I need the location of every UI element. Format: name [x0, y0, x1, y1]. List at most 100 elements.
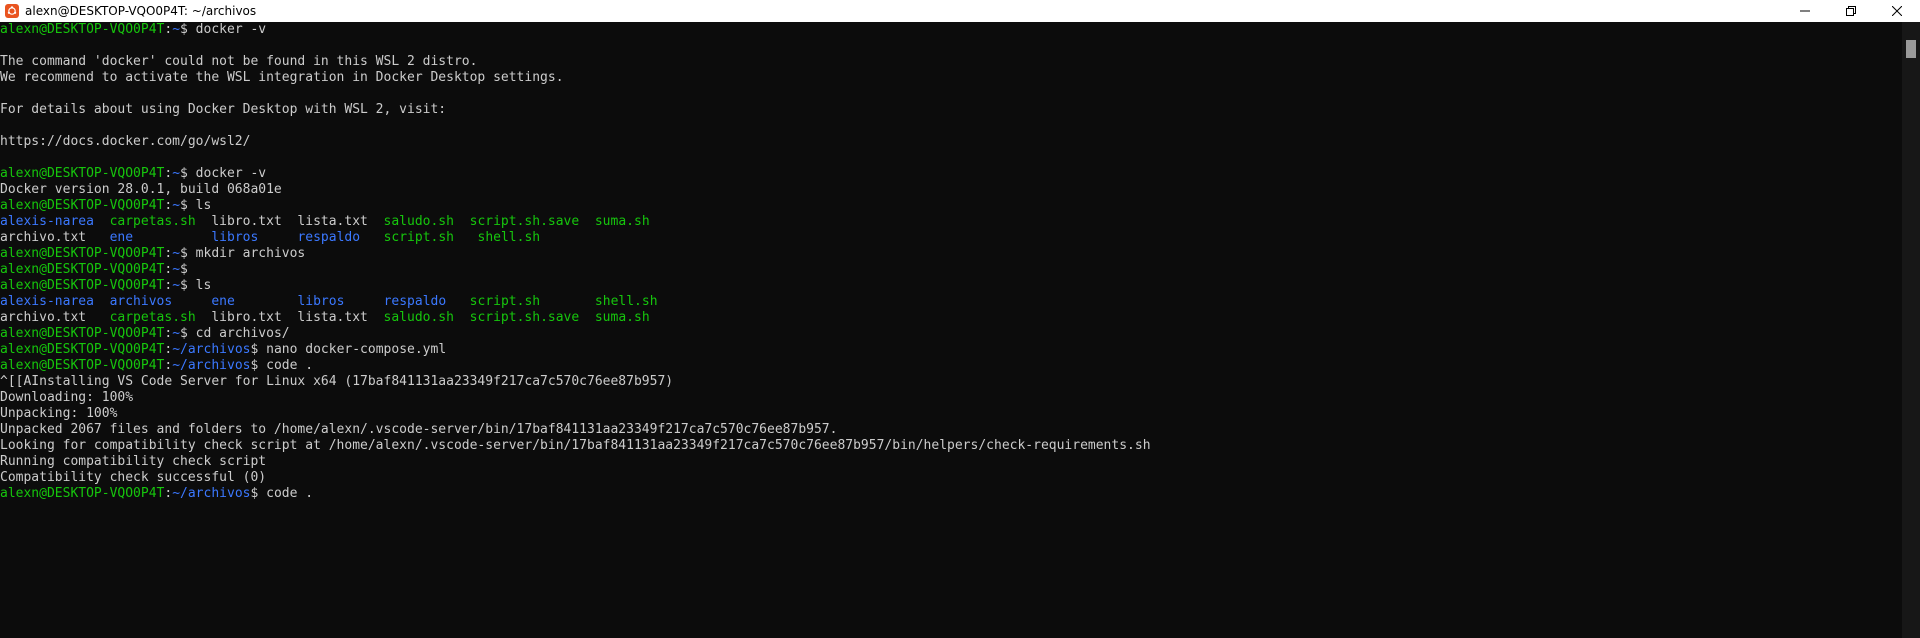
- prompt-path: ~/archivos: [172, 486, 251, 501]
- prompt-path: ~: [172, 262, 181, 277]
- terminal-text: Compatibility check successful (0): [0, 470, 267, 485]
- restore-icon: [1846, 6, 1856, 16]
- terminal-text: $ docker -v: [180, 22, 267, 37]
- directory-name: ene: [211, 294, 235, 309]
- executable-name: shell.sh: [477, 230, 541, 245]
- directory-name: ene: [109, 230, 134, 245]
- terminal-text: archivo.txt: [0, 310, 110, 325]
- ubuntu-icon[interactable]: [5, 4, 19, 18]
- terminal-text: $ code .: [250, 358, 314, 373]
- terminal-line: alexis-narea archivos ene libros respald…: [0, 294, 1902, 310]
- scrollbar-thumb[interactable]: [1906, 40, 1916, 58]
- executable-name: script.sh.save: [469, 310, 580, 325]
- terminal-line: Looking for compatibility check script a…: [0, 438, 1902, 454]
- executable-name: shell.sh: [594, 294, 658, 309]
- terminal-line: Downloading: 100%: [0, 390, 1902, 406]
- prompt-user-host: alexn@DESKTOP-VQO0P4T: [0, 486, 165, 501]
- terminal-text: Unpacked 2067 files and folders to /home…: [0, 422, 838, 437]
- prompt-path: ~: [172, 198, 181, 213]
- restore-button[interactable]: [1828, 0, 1874, 22]
- prompt-user-host: alexn@DESKTOP-VQO0P4T: [0, 166, 165, 181]
- directory-name: respaldo: [383, 294, 447, 309]
- terminal-line: alexn@DESKTOP-VQO0P4T:~$: [0, 262, 1902, 278]
- directory-name: alexis-narea: [0, 214, 94, 229]
- terminal-text: libro.txt lista.txt: [195, 310, 384, 325]
- terminal-line: Compatibility check successful (0): [0, 470, 1902, 486]
- terminal-text: archivo.txt: [0, 230, 110, 245]
- terminal-text: Running compatibility check script: [0, 454, 267, 469]
- terminal-line: alexis-narea carpetas.sh libro.txt lista…: [0, 214, 1902, 230]
- terminal-line: alexn@DESKTOP-VQO0P4T:~/archivos$ code .: [0, 358, 1902, 374]
- prompt-user-host: alexn@DESKTOP-VQO0P4T: [0, 342, 165, 357]
- terminal-text: $ ls: [180, 278, 212, 293]
- terminal-line: alexn@DESKTOP-VQO0P4T:~$ mkdir archivos: [0, 246, 1902, 262]
- terminal-line: archivo.txt carpetas.sh libro.txt lista.…: [0, 310, 1902, 326]
- executable-name: carpetas.sh: [109, 310, 196, 325]
- executable-name: script.sh.save: [469, 214, 580, 229]
- window-title: alexn@DESKTOP-VQO0P4T: ~/archivos: [25, 4, 257, 18]
- terminal-line: https://docs.docker.com/go/wsl2/: [0, 134, 1902, 150]
- terminal-output[interactable]: alexn@DESKTOP-VQO0P4T:~$ docker -v The co…: [0, 22, 1902, 638]
- terminal-text: Downloading: 100%: [0, 390, 134, 405]
- directory-name: alexis-narea: [0, 294, 94, 309]
- window-controls: [1782, 0, 1920, 22]
- prompt-user-host: alexn@DESKTOP-VQO0P4T: [0, 198, 165, 213]
- terminal-text: Looking for compatibility check script a…: [0, 438, 1151, 453]
- prompt-path: ~: [172, 278, 181, 293]
- directory-name: libros: [211, 230, 259, 245]
- prompt-path: ~: [172, 246, 181, 261]
- terminal-text: $ docker -v: [180, 166, 267, 181]
- terminal-line: Running compatibility check script: [0, 454, 1902, 470]
- close-button[interactable]: [1874, 0, 1920, 22]
- terminal-line: alexn@DESKTOP-VQO0P4T:~$ cd archivos/: [0, 326, 1902, 342]
- terminal-line: Docker version 28.0.1, build 068a01e: [0, 182, 1902, 198]
- directory-name: libros: [297, 294, 345, 309]
- executable-name: saludo.sh: [383, 310, 454, 325]
- terminal-text: $ ls: [180, 198, 212, 213]
- terminal-content[interactable]: alexn@DESKTOP-VQO0P4T:~$ docker -v The co…: [0, 22, 1902, 502]
- prompt-path: ~: [172, 22, 181, 37]
- terminal-line: We recommend to activate the WSL integra…: [0, 70, 1902, 86]
- prompt-path: ~: [172, 166, 181, 181]
- vertical-scrollbar[interactable]: [1902, 22, 1920, 638]
- executable-name: suma.sh: [594, 214, 650, 229]
- terminal-line: For details about using Docker Desktop w…: [0, 102, 1902, 118]
- terminal-line: alexn@DESKTOP-VQO0P4T:~$ ls: [0, 198, 1902, 214]
- title-bar[interactable]: alexn@DESKTOP-VQO0P4T: ~/archivos: [0, 0, 1920, 22]
- minimize-button[interactable]: [1782, 0, 1828, 22]
- terminal-text: Unpacking: 100%: [0, 406, 118, 421]
- terminal-text: Docker version 28.0.1, build 068a01e: [0, 182, 282, 197]
- directory-name: respaldo: [297, 230, 361, 245]
- terminal-line: ^[[AInstalling VS Code Server for Linux …: [0, 374, 1902, 390]
- terminal-line: Unpacked 2067 files and folders to /home…: [0, 422, 1902, 438]
- terminal-text: ^[[AInstalling VS Code Server for Linux …: [0, 374, 674, 389]
- executable-name: script.sh: [383, 230, 455, 245]
- executable-name: saludo.sh: [383, 214, 454, 229]
- terminal-text: libro.txt lista.txt: [195, 214, 384, 229]
- executable-name: script.sh: [469, 294, 541, 309]
- terminal-line: The command 'docker' could not be found …: [0, 54, 1902, 70]
- terminal-line: archivo.txt ene libros respaldo script.s…: [0, 230, 1902, 246]
- prompt-user-host: alexn@DESKTOP-VQO0P4T: [0, 246, 165, 261]
- directory-name: archivos: [109, 294, 173, 309]
- terminal-text: $ cd archivos/: [180, 326, 290, 341]
- prompt-path: ~: [172, 326, 181, 341]
- terminal-window: alexn@DESKTOP-VQO0P4T: ~/archivos alexn@…: [0, 0, 1920, 638]
- executable-name: carpetas.sh: [109, 214, 196, 229]
- terminal-text: $ nano docker-compose.yml: [250, 342, 447, 357]
- terminal-text: We recommend to activate the WSL integra…: [0, 70, 564, 85]
